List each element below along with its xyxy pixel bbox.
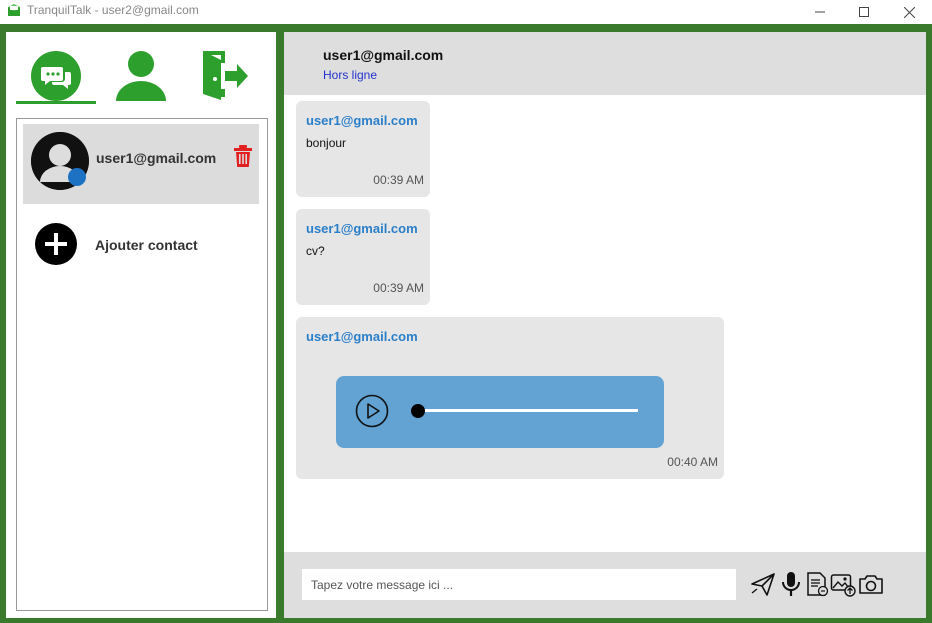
- close-window-button[interactable]: [886, 0, 932, 24]
- online-status-dot: [68, 168, 86, 186]
- message-input[interactable]: [302, 569, 736, 600]
- message-text: cv?: [306, 244, 325, 258]
- add-contact-button[interactable]: Ajouter contact: [35, 221, 255, 267]
- add-contact-label: Ajouter contact: [95, 237, 198, 253]
- play-icon[interactable]: [355, 394, 389, 428]
- chat-header: user1@gmail.com Hors ligne: [284, 32, 926, 95]
- chat-panel: user1@gmail.com Hors ligne user1@gmail.c…: [284, 32, 926, 618]
- maximize-button[interactable]: [841, 0, 887, 24]
- message-sender: user1@gmail.com: [306, 329, 418, 344]
- audio-message-bubble: user1@gmail.com 00:40 AM: [296, 317, 724, 479]
- exit-door-icon: [203, 51, 248, 100]
- contact-list: user1@gmail.com Ajouter contact: [16, 118, 268, 611]
- message-sender: user1@gmail.com: [306, 221, 418, 236]
- message-sender: user1@gmail.com: [306, 113, 418, 128]
- composer-bar: [284, 552, 926, 618]
- minimize-button[interactable]: [797, 0, 843, 24]
- window-title: TranquilTalk - user2@gmail.com: [27, 3, 199, 17]
- message-bubble: user1@gmail.com bonjour 00:39 AM: [296, 101, 430, 197]
- message-text: bonjour: [306, 136, 347, 150]
- image-upload-icon[interactable]: [830, 571, 856, 597]
- audio-progress-track[interactable]: [418, 409, 638, 412]
- message-bubble: user1@gmail.com cv? 00:39 AM: [296, 209, 430, 305]
- user-icon: [116, 51, 166, 101]
- message-time: 00:39 AM: [373, 281, 424, 295]
- nav-profile-button[interactable]: [111, 46, 171, 106]
- trash-icon[interactable]: [233, 145, 253, 167]
- message-time: 00:39 AM: [373, 173, 424, 187]
- camera-icon[interactable]: [858, 571, 884, 597]
- peer-status: Hors ligne: [323, 68, 378, 82]
- sidebar: user1@gmail.com Ajouter contact: [6, 32, 276, 618]
- nav-logout-button[interactable]: [192, 46, 252, 106]
- microphone-icon[interactable]: [778, 571, 804, 597]
- peer-name: user1@gmail.com: [323, 47, 444, 63]
- contact-name: user1@gmail.com: [96, 150, 217, 166]
- message-time: 00:40 AM: [667, 455, 718, 469]
- nav-chats-button[interactable]: [26, 46, 86, 106]
- app-logo-icon: [7, 3, 21, 17]
- chat-bubbles-icon: [31, 51, 81, 101]
- plus-icon: [35, 223, 77, 265]
- contact-item[interactable]: user1@gmail.com: [23, 124, 259, 204]
- active-tab-indicator: [16, 101, 96, 104]
- document-icon[interactable]: [804, 571, 830, 597]
- title-bar: TranquilTalk - user2@gmail.com: [0, 0, 932, 24]
- app-frame: user1@gmail.com Ajouter contact user1@gm…: [0, 24, 932, 623]
- audio-player: [336, 376, 664, 448]
- send-icon[interactable]: [750, 571, 776, 597]
- audio-progress-knob[interactable]: [411, 404, 425, 418]
